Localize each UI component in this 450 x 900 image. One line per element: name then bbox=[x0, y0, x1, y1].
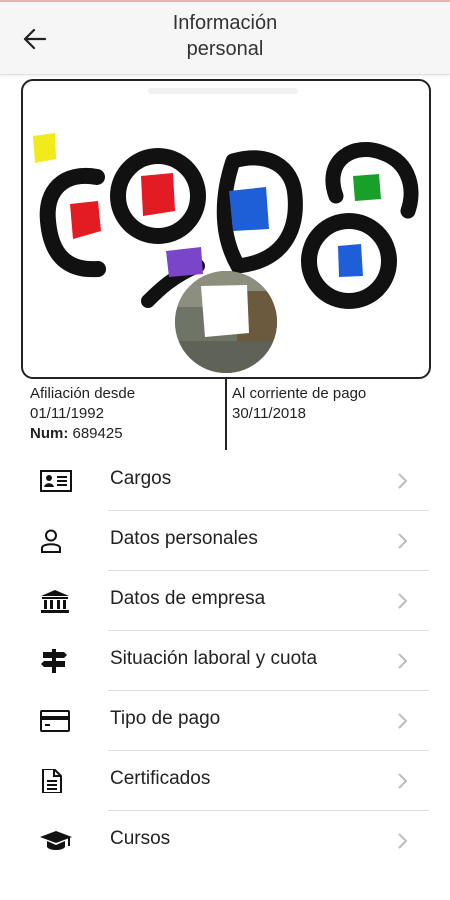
logo-purple-dot bbox=[166, 247, 203, 277]
member-number: Num: 689425 bbox=[30, 424, 135, 444]
app-header: Información personal bbox=[0, 2, 450, 75]
chevron-right-icon bbox=[398, 473, 408, 489]
chevron-right-icon bbox=[398, 593, 408, 609]
menu-item-label: Datos personales bbox=[110, 528, 258, 549]
member-number-label: Num: bbox=[30, 425, 69, 442]
menu-item-certificados[interactable]: Certificados bbox=[0, 751, 450, 811]
page-title: Información personal bbox=[172, 12, 278, 60]
logo-blue-dot-2 bbox=[338, 244, 363, 277]
document-icon bbox=[42, 769, 62, 793]
chevron-right-icon bbox=[398, 533, 408, 549]
chevron-right-icon bbox=[398, 773, 408, 789]
chevron-right-icon bbox=[398, 713, 408, 729]
affiliation-since-label: Afiliación desde bbox=[30, 385, 136, 402]
bank-icon bbox=[41, 590, 69, 613]
menu-item-datos-empresa[interactable]: Datos de empresa bbox=[0, 571, 450, 631]
payment-status-date: 30/11/2018 bbox=[232, 405, 306, 422]
logo-red-dot-2 bbox=[141, 173, 175, 216]
menu-item-label: Cursos bbox=[110, 828, 171, 849]
payment-info: Al corriente de pago 30/11/2018 bbox=[232, 384, 366, 424]
person-icon bbox=[41, 529, 61, 553]
back-button[interactable] bbox=[20, 22, 60, 56]
menu-item-label: Certificados bbox=[110, 768, 211, 789]
logo-yellow-dot bbox=[33, 133, 56, 163]
menu-item-label: Datos de empresa bbox=[110, 588, 266, 609]
menu-item-situacion-laboral[interactable]: Situación laboral y cuota bbox=[0, 631, 450, 691]
menu-list: Cargos Datos personales Datos de empresa bbox=[0, 451, 450, 871]
logo-red-dot-1 bbox=[70, 201, 101, 239]
payment-status-label: Al corriente de pago bbox=[232, 385, 367, 402]
id-card-icon bbox=[40, 470, 72, 492]
logo-green-dot bbox=[353, 174, 381, 201]
menu-item-cursos[interactable]: Cursos bbox=[0, 811, 450, 871]
menu-item-label: Situación laboral y cuota bbox=[110, 648, 318, 669]
menu-item-cargos[interactable]: Cargos bbox=[0, 451, 450, 511]
menu-item-label: Tipo de pago bbox=[110, 708, 221, 729]
membership-card bbox=[21, 79, 431, 379]
credit-card-icon bbox=[40, 710, 70, 732]
logo-blue-dot-1 bbox=[229, 187, 269, 231]
member-number-value: 689425 bbox=[72, 425, 123, 442]
affiliation-since-date: 01/11/1992 bbox=[30, 405, 104, 422]
chevron-right-icon bbox=[398, 653, 408, 669]
signpost-icon bbox=[41, 649, 67, 673]
chevron-right-icon bbox=[398, 833, 408, 849]
graduation-cap-icon bbox=[40, 831, 72, 850]
affiliation-info: Afiliación desde 01/11/1992 Num: 689425 bbox=[30, 384, 135, 444]
avatar bbox=[175, 271, 277, 373]
arrow-left-icon bbox=[23, 28, 46, 50]
menu-item-tipo-pago[interactable]: Tipo de pago bbox=[0, 691, 450, 751]
menu-item-label: Cargos bbox=[110, 468, 172, 489]
info-divider bbox=[225, 377, 227, 450]
menu-item-datos-personales[interactable]: Datos personales bbox=[0, 511, 450, 571]
